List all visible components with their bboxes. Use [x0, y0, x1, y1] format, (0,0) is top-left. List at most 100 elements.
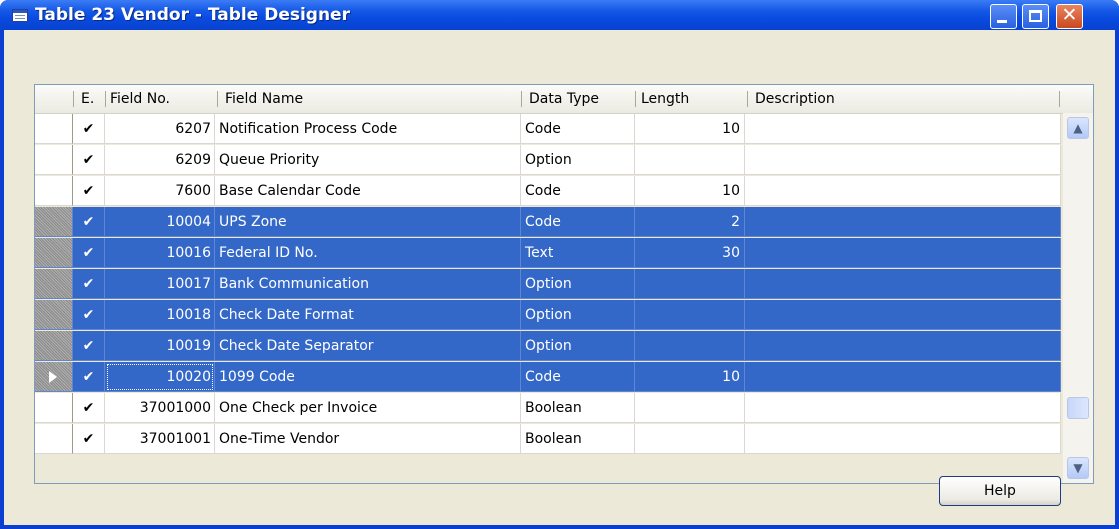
field-no-cell[interactable]: 10019	[105, 331, 215, 361]
title-bar[interactable]: Table 23 Vendor - Table Designer ✕	[0, 0, 1119, 30]
data-type-cell[interactable]: Code	[521, 207, 635, 237]
maximize-button[interactable]	[1022, 4, 1049, 29]
length-cell[interactable]	[635, 145, 745, 175]
field-no-cell[interactable]: 10004	[105, 207, 215, 237]
row-selector[interactable]	[35, 145, 73, 175]
enabled-checkmark[interactable]: ✔	[73, 176, 105, 206]
row-selector[interactable]	[35, 300, 73, 330]
row-selector[interactable]	[35, 331, 73, 361]
header-row-selector[interactable]	[35, 85, 73, 113]
minimize-button[interactable]	[990, 4, 1017, 29]
field-name-cell[interactable]: Federal ID No.	[215, 238, 521, 268]
description-cell[interactable]	[745, 238, 1061, 268]
data-type-cell[interactable]: Code	[521, 176, 635, 206]
length-cell[interactable]	[635, 269, 745, 299]
data-type-cell[interactable]: Boolean	[521, 424, 635, 454]
header-data-type[interactable]: Data Type	[525, 85, 635, 113]
header-field-name[interactable]: Field Name	[221, 85, 521, 113]
field-name-cell[interactable]: Queue Priority	[215, 145, 521, 175]
row-selector[interactable]	[35, 424, 73, 454]
data-type-cell[interactable]: Boolean	[521, 393, 635, 423]
row-selector[interactable]	[35, 207, 73, 237]
data-type-cell[interactable]: Option	[521, 300, 635, 330]
description-cell[interactable]	[745, 424, 1061, 454]
header-description[interactable]: Description	[751, 85, 1051, 113]
data-type-cell[interactable]: Option	[521, 145, 635, 175]
row-selector[interactable]	[35, 393, 73, 423]
enabled-checkmark[interactable]: ✔	[73, 331, 105, 361]
table-row[interactable]: ✔ 37001001 One-Time Vendor Boolean	[35, 424, 1061, 455]
field-no-cell[interactable]: 6207	[105, 114, 215, 144]
table-row[interactable]: ✔ 10018 Check Date Format Option	[35, 300, 1061, 331]
length-cell[interactable]	[635, 424, 745, 454]
description-cell[interactable]	[745, 207, 1061, 237]
field-no-cell[interactable]: 10020	[105, 362, 215, 392]
length-cell[interactable]	[635, 300, 745, 330]
row-selector[interactable]	[35, 176, 73, 206]
table-row[interactable]: ✔ 10019 Check Date Separator Option	[35, 331, 1061, 362]
field-name-cell[interactable]: Check Date Separator	[215, 331, 521, 361]
field-no-cell[interactable]: 37001000	[105, 393, 215, 423]
header-length[interactable]: Length	[637, 85, 745, 113]
field-no-cell[interactable]: 10016	[105, 238, 215, 268]
description-cell[interactable]	[745, 114, 1061, 144]
close-button[interactable]: ✕	[1056, 4, 1083, 29]
field-no-cell[interactable]: 6209	[105, 145, 215, 175]
length-cell[interactable]: 10	[635, 176, 745, 206]
enabled-checkmark[interactable]: ✔	[73, 207, 105, 237]
table-row[interactable]: ✔ 6207 Notification Process Code Code 10	[35, 114, 1061, 145]
header-enabled[interactable]: E.	[77, 85, 105, 113]
enabled-checkmark[interactable]: ✔	[73, 424, 105, 454]
scroll-thumb[interactable]	[1067, 397, 1089, 419]
length-cell[interactable]	[635, 393, 745, 423]
enabled-checkmark[interactable]: ✔	[73, 145, 105, 175]
field-name-cell[interactable]: Base Calendar Code	[215, 176, 521, 206]
field-no-cell[interactable]: 37001001	[105, 424, 215, 454]
enabled-checkmark[interactable]: ✔	[73, 114, 105, 144]
table-row[interactable]: ✔ 10017 Bank Communication Option	[35, 269, 1061, 300]
data-type-cell[interactable]: Option	[521, 331, 635, 361]
row-selector[interactable]	[35, 269, 73, 299]
enabled-checkmark[interactable]: ✔	[73, 362, 105, 392]
table-row[interactable]: ✔ 6209 Queue Priority Option	[35, 145, 1061, 176]
vertical-scrollbar[interactable]: ▲ ▼	[1063, 113, 1093, 483]
table-row[interactable]: ✔ 10016 Federal ID No. Text 30	[35, 238, 1061, 269]
help-button[interactable]: Help	[939, 476, 1061, 506]
field-no-cell[interactable]: 10018	[105, 300, 215, 330]
row-selector[interactable]	[35, 362, 73, 392]
field-name-cell[interactable]: One-Time Vendor	[215, 424, 521, 454]
description-cell[interactable]	[745, 331, 1061, 361]
table-row[interactable]: ✔ 37001000 One Check per Invoice Boolean	[35, 393, 1061, 424]
enabled-checkmark[interactable]: ✔	[73, 393, 105, 423]
field-name-cell[interactable]: Check Date Format	[215, 300, 521, 330]
data-type-cell[interactable]: Code	[521, 114, 635, 144]
scroll-up-button[interactable]: ▲	[1067, 117, 1089, 139]
field-name-cell[interactable]: Notification Process Code	[215, 114, 521, 144]
description-cell[interactable]	[745, 393, 1061, 423]
field-name-cell[interactable]: Bank Communication	[215, 269, 521, 299]
field-name-cell[interactable]: UPS Zone	[215, 207, 521, 237]
length-cell[interactable]: 30	[635, 238, 745, 268]
table-row[interactable]: ✔ 10004 UPS Zone Code 2	[35, 207, 1061, 238]
table-row[interactable]: ✔ 10020 1099 Code Code 10	[35, 362, 1061, 393]
length-cell[interactable]: 10	[635, 362, 745, 392]
enabled-checkmark[interactable]: ✔	[73, 238, 105, 268]
description-cell[interactable]	[745, 176, 1061, 206]
description-cell[interactable]	[745, 145, 1061, 175]
field-no-cell[interactable]: 7600	[105, 176, 215, 206]
data-type-cell[interactable]: Text	[521, 238, 635, 268]
table-row[interactable]: ✔ 7600 Base Calendar Code Code 10	[35, 176, 1061, 207]
description-cell[interactable]	[745, 362, 1061, 392]
length-cell[interactable]	[635, 331, 745, 361]
description-cell[interactable]	[745, 269, 1061, 299]
field-name-cell[interactable]: One Check per Invoice	[215, 393, 521, 423]
scroll-down-button[interactable]: ▼	[1067, 457, 1089, 479]
length-cell[interactable]: 10	[635, 114, 745, 144]
enabled-checkmark[interactable]: ✔	[73, 269, 105, 299]
field-name-cell[interactable]: 1099 Code	[215, 362, 521, 392]
data-type-cell[interactable]: Option	[521, 269, 635, 299]
enabled-checkmark[interactable]: ✔	[73, 300, 105, 330]
field-no-cell[interactable]: 10017	[105, 269, 215, 299]
row-selector[interactable]	[35, 238, 73, 268]
data-type-cell[interactable]: Code	[521, 362, 635, 392]
